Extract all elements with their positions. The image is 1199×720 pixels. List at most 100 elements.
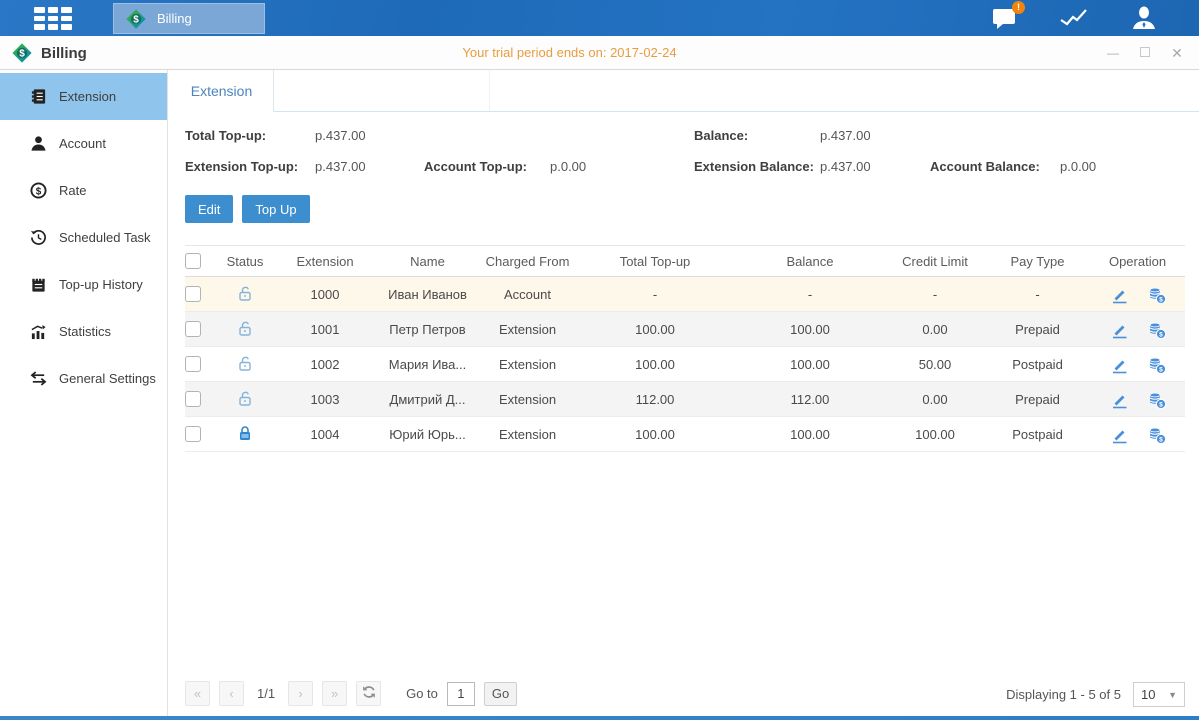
edit-pencil-icon[interactable] bbox=[1110, 390, 1129, 409]
status-lock-icon[interactable] bbox=[236, 354, 254, 372]
row-checkbox[interactable] bbox=[185, 426, 201, 442]
topbar: Billing ! bbox=[0, 0, 1199, 36]
sidebar-item-topup-history[interactable]: Top-up History bbox=[0, 261, 167, 308]
extension-table: Status Extension Name Charged From Total… bbox=[185, 245, 1185, 452]
account-icon bbox=[29, 135, 47, 153]
go-button[interactable]: Go bbox=[484, 682, 517, 706]
cell-name: Юрий Юрь... bbox=[375, 427, 480, 442]
row-checkbox[interactable] bbox=[185, 391, 201, 407]
close-icon[interactable]: ✕ bbox=[1169, 45, 1185, 61]
titlebar: Billing Your trial period ends on: 2017-… bbox=[0, 36, 1199, 70]
status-lock-icon[interactable] bbox=[236, 389, 254, 407]
header-credit-limit: Credit Limit bbox=[885, 254, 985, 269]
header-pay-type: Pay Type bbox=[985, 254, 1090, 269]
top-up-button[interactable]: Top Up bbox=[242, 195, 309, 223]
topup-coins-icon[interactable] bbox=[1147, 285, 1166, 304]
general-settings-icon bbox=[29, 370, 47, 388]
header-operation: Operation bbox=[1090, 254, 1185, 269]
tab-extension[interactable]: Extension bbox=[170, 70, 274, 112]
refresh-button[interactable] bbox=[356, 681, 381, 706]
sidebar: Extension Account $ Rate Scheduled Task bbox=[0, 70, 168, 716]
goto-page-input[interactable] bbox=[447, 682, 475, 706]
pagination-summary: Displaying 1 - 5 of 5 10 ▼ bbox=[1006, 682, 1185, 707]
sidebar-item-account[interactable]: Account bbox=[0, 120, 167, 167]
balance-label: Balance: bbox=[694, 128, 748, 143]
sidebar-item-label: Top-up History bbox=[59, 277, 143, 292]
window-controls: — □ ✕ bbox=[1105, 36, 1185, 70]
rate-icon: $ bbox=[29, 182, 47, 200]
cell-name: Мария Ива... bbox=[375, 357, 480, 372]
row-checkbox[interactable] bbox=[185, 286, 201, 302]
cell-balance: 100.00 bbox=[735, 322, 885, 337]
status-lock-icon[interactable] bbox=[236, 319, 254, 337]
maximize-icon[interactable]: □ bbox=[1137, 45, 1153, 61]
billing-summary: Total Top-up: p.437.00 Balance: p.437.00… bbox=[168, 112, 1199, 202]
cell-pay-type: Prepaid bbox=[985, 392, 1090, 407]
status-lock-icon[interactable] bbox=[236, 424, 254, 442]
messages-icon[interactable]: ! bbox=[989, 5, 1019, 31]
topup-coins-icon[interactable] bbox=[1147, 390, 1166, 409]
row-checkbox[interactable] bbox=[185, 321, 201, 337]
chevron-down-icon: ▼ bbox=[1168, 690, 1177, 700]
billing-window: Billing ! bbox=[0, 0, 1199, 720]
sidebar-item-label: General Settings bbox=[59, 371, 156, 386]
main-content: Extension Total Top-up: p.437.00 Balance… bbox=[168, 70, 1199, 716]
edit-pencil-icon[interactable] bbox=[1110, 320, 1129, 339]
sidebar-item-general-settings[interactable]: General Settings bbox=[0, 355, 167, 402]
next-page-button[interactable]: › bbox=[288, 681, 313, 706]
minimize-icon[interactable]: — bbox=[1105, 45, 1121, 61]
edit-button[interactable]: Edit bbox=[185, 195, 233, 223]
cell-charged-from: Extension bbox=[480, 392, 575, 407]
sidebar-item-scheduled-task[interactable]: Scheduled Task bbox=[0, 214, 167, 261]
cell-pay-type: Postpaid bbox=[985, 357, 1090, 372]
sidebar-item-extension[interactable]: Extension bbox=[0, 73, 167, 120]
header-status: Status bbox=[215, 254, 275, 269]
balance-value: p.437.00 bbox=[820, 128, 871, 143]
user-icon[interactable] bbox=[1129, 5, 1159, 31]
monitor-chart-icon[interactable] bbox=[1059, 5, 1089, 31]
edit-pencil-icon[interactable] bbox=[1110, 355, 1129, 374]
table-row: 1001 Петр Петров Extension 100.00 100.00… bbox=[185, 312, 1185, 347]
pagination-bar: « ‹ 1/1 › » Go to Go Displaying 1 - 5 of… bbox=[185, 681, 1185, 711]
account-topup-label: Account Top-up: bbox=[424, 159, 527, 174]
table-row: 1003 Дмитрий Д... Extension 112.00 112.0… bbox=[185, 382, 1185, 417]
table-header-row: Status Extension Name Charged From Total… bbox=[185, 245, 1185, 277]
first-page-button[interactable]: « bbox=[185, 681, 210, 706]
edit-pencil-icon[interactable] bbox=[1110, 425, 1129, 444]
select-all-checkbox[interactable] bbox=[185, 253, 201, 269]
topup-coins-icon[interactable] bbox=[1147, 355, 1166, 374]
topup-coins-icon[interactable] bbox=[1147, 320, 1166, 339]
window-body: Extension Account $ Rate Scheduled Task bbox=[0, 70, 1199, 716]
cell-charged-from: Extension bbox=[480, 357, 575, 372]
tab-strip-slot bbox=[274, 70, 490, 111]
cell-extension: 1000 bbox=[275, 287, 375, 302]
edit-pencil-icon[interactable] bbox=[1110, 285, 1129, 304]
app-grid-icon[interactable] bbox=[34, 7, 72, 30]
sidebar-item-label: Statistics bbox=[59, 324, 111, 339]
header-balance: Balance bbox=[735, 254, 885, 269]
row-checkbox[interactable] bbox=[185, 356, 201, 372]
account-topup-value: p.0.00 bbox=[550, 159, 586, 174]
window-bottom-edge bbox=[0, 716, 1199, 720]
cell-total-topup: - bbox=[575, 287, 735, 302]
taskbar-billing-tab[interactable]: Billing bbox=[113, 3, 265, 34]
cell-credit-limit: 0.00 bbox=[885, 322, 985, 337]
action-buttons: Edit Top Up bbox=[185, 195, 310, 223]
taskbar-billing-label: Billing bbox=[157, 11, 192, 26]
status-lock-icon[interactable] bbox=[236, 284, 254, 302]
cell-balance: 112.00 bbox=[735, 392, 885, 407]
header-name: Name bbox=[375, 254, 480, 269]
page-size-select[interactable]: 10 ▼ bbox=[1133, 682, 1185, 707]
last-page-button[interactable]: » bbox=[322, 681, 347, 706]
cell-extension: 1003 bbox=[275, 392, 375, 407]
refresh-icon bbox=[362, 685, 376, 699]
sidebar-item-statistics[interactable]: Statistics bbox=[0, 308, 167, 355]
prev-page-button[interactable]: ‹ bbox=[219, 681, 244, 706]
displaying-text: Displaying 1 - 5 of 5 bbox=[1006, 687, 1121, 702]
cell-name: Дмитрий Д... bbox=[375, 392, 480, 407]
sidebar-item-label: Extension bbox=[59, 89, 116, 104]
cell-pay-type: Prepaid bbox=[985, 322, 1090, 337]
cell-extension: 1004 bbox=[275, 427, 375, 442]
sidebar-item-rate[interactable]: $ Rate bbox=[0, 167, 167, 214]
topup-coins-icon[interactable] bbox=[1147, 425, 1166, 444]
